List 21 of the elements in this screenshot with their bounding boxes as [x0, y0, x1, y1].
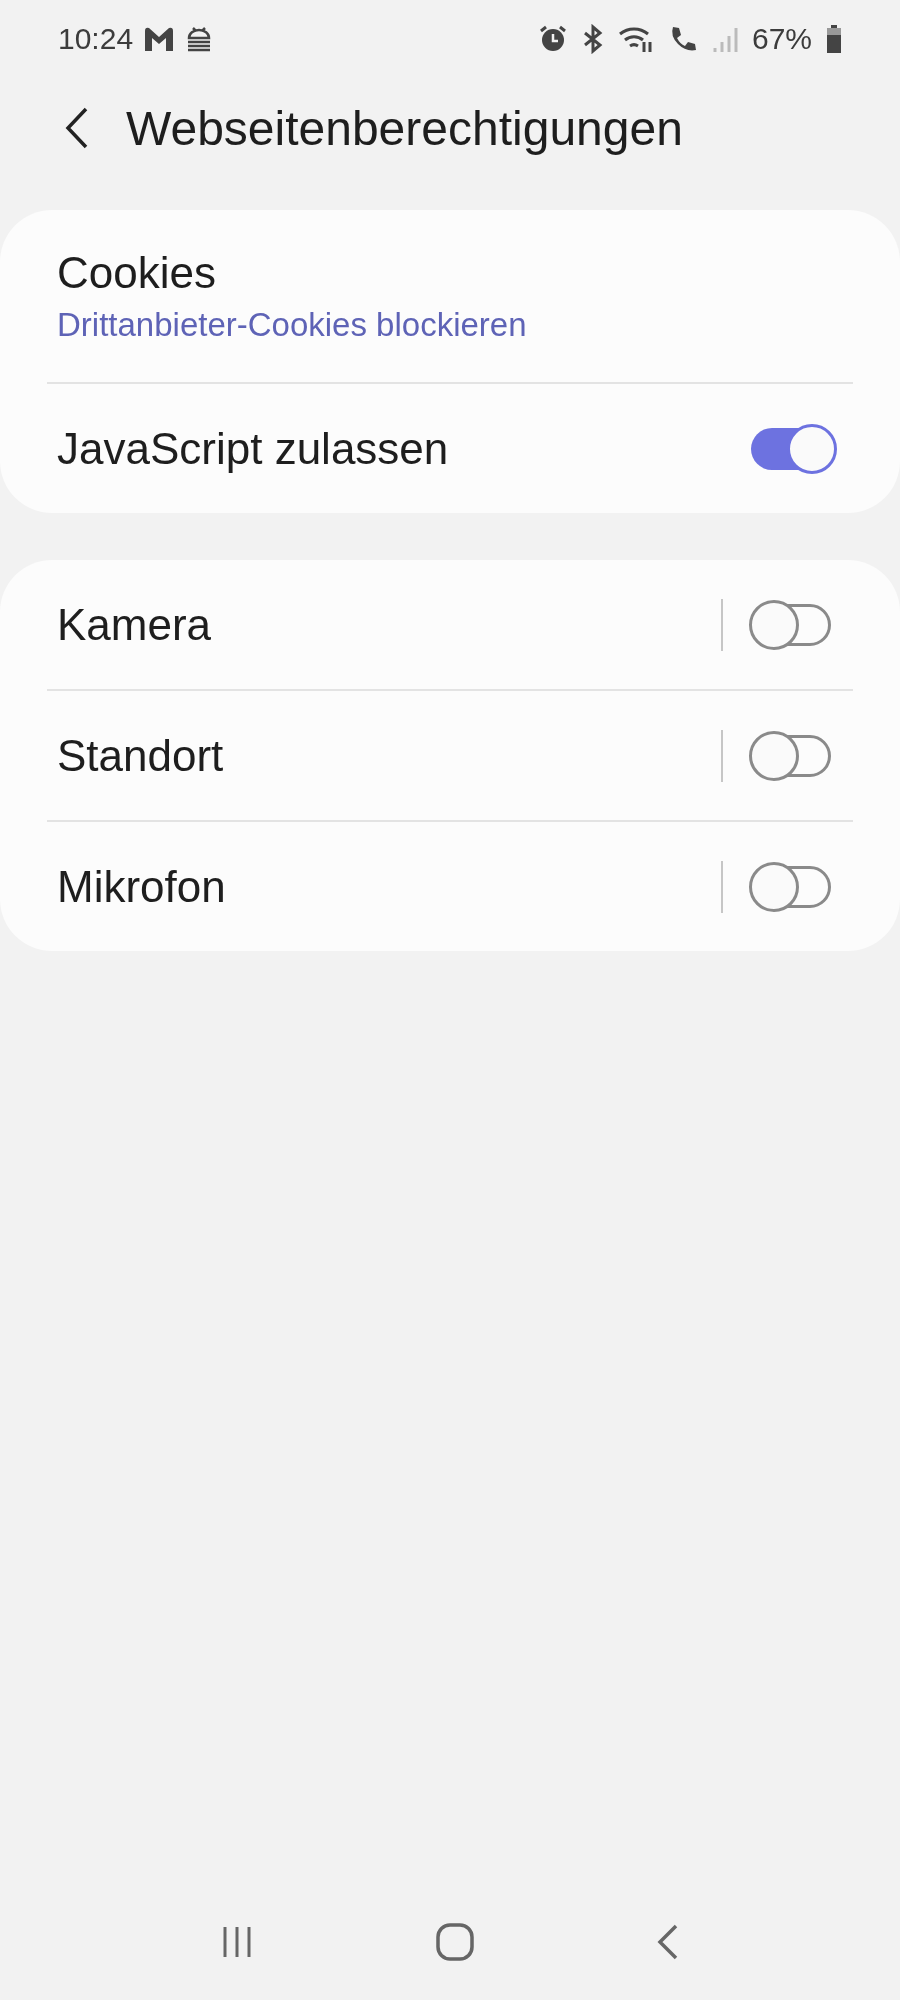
setting-title: Standort — [57, 730, 225, 781]
settings-row[interactable]: JavaScript zulassen — [47, 382, 853, 513]
back-icon[interactable] — [64, 106, 90, 150]
home-icon[interactable] — [435, 1922, 475, 1962]
settings-row[interactable]: Mikrofon — [47, 820, 853, 951]
toggle-switch[interactable] — [749, 423, 837, 474]
setting-title: Cookies — [57, 248, 217, 298]
alarm-icon — [537, 24, 568, 54]
setting-title: Kamera — [57, 599, 213, 650]
setting-title: Mikrofon — [57, 861, 227, 912]
setting-title: JavaScript zulassen — [57, 423, 450, 474]
bluetooth-icon — [581, 24, 604, 54]
settings-row[interactable]: Kamera — [47, 560, 853, 689]
battery-percent: 67% — [751, 22, 812, 56]
settings-row[interactable]: Standort — [47, 689, 853, 820]
page-title: Webseitenberechtigungen — [126, 100, 683, 156]
battery-icon — [826, 25, 842, 53]
setting-summary: Drittanbieter-Cookies blockieren — [57, 306, 528, 344]
status-time: 10:24 — [58, 22, 134, 56]
settings-link[interactable]: Cookies Drittanbieter-Cookies blockieren — [47, 210, 853, 382]
mail-icon — [143, 25, 176, 53]
